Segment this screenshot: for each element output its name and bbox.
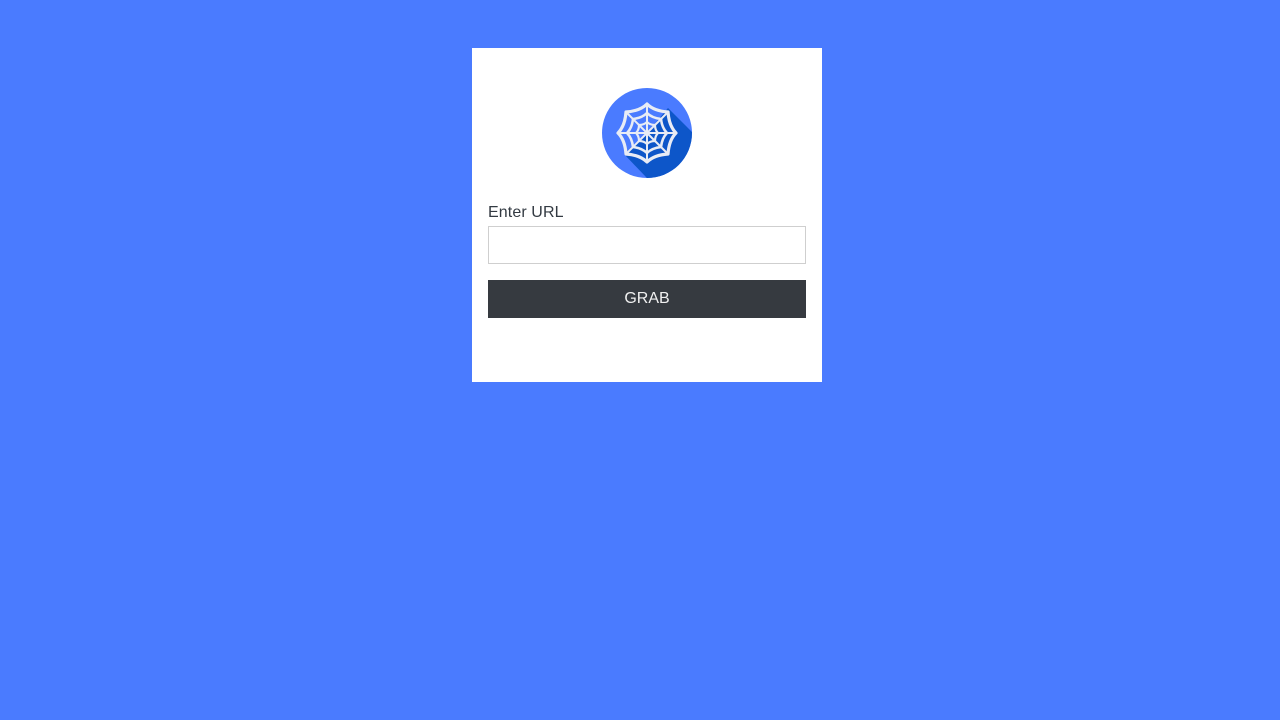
url-input[interactable] [488, 226, 806, 264]
spider-web-icon [602, 88, 692, 178]
url-label: Enter URL [488, 204, 564, 221]
grab-button[interactable]: GRAB [488, 280, 806, 318]
form-card: Enter URL GRAB [472, 48, 822, 382]
page-background: { "form": { "logo_icon": "spider-web-ico… [0, 0, 1280, 720]
